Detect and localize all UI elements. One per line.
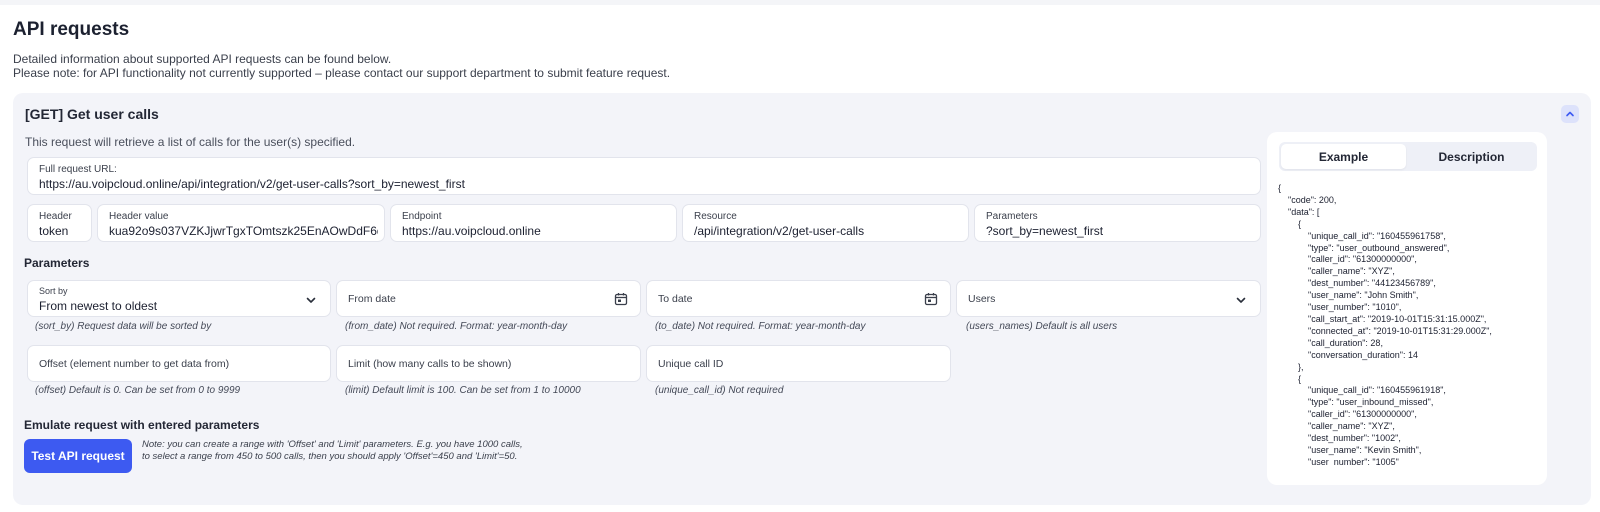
to-date-placeholder: To date (658, 293, 693, 305)
unique-call-id-input[interactable]: Unique call ID (646, 345, 951, 382)
resource-field[interactable]: Resource /api/integration/v2/get-user-ca… (682, 204, 969, 242)
page-intro: Detailed information about supported API… (13, 52, 671, 80)
header-label: Header (39, 211, 72, 222)
offset-hint: (offset) Default is 0. Can be set from 0… (35, 385, 241, 396)
resource-value[interactable]: /api/integration/v2/get-user-calls (694, 224, 962, 238)
resource-label: Resource (694, 211, 737, 222)
tab-example[interactable]: Example (1281, 144, 1406, 169)
range-note: Note: you can create a range with 'Offse… (142, 439, 523, 462)
request-description: This request will retrieve a list of cal… (25, 135, 356, 149)
full-request-url-label: Full request URL: (39, 164, 117, 175)
header-value-label: Header value (109, 211, 169, 222)
endpoint-field[interactable]: Endpoint https://au.voipcloud.online (390, 204, 677, 242)
collapse-button[interactable] (1561, 105, 1579, 123)
parameters-field[interactable]: Parameters ?sort_by=newest_first (974, 204, 1261, 242)
users-placeholder: Users (968, 293, 996, 305)
example-json-code: { "code": 200, "data": [ { "unique_call_… (1278, 183, 1492, 466)
tab-description[interactable]: Description (1409, 144, 1534, 169)
header-value-token[interactable]: kua92o9s037VZKJjwrTgxTOmtszk25EnAOwDdF6d… (109, 224, 378, 238)
calendar-icon[interactable] (614, 292, 628, 306)
full-request-url-value[interactable]: https://au.voipcloud.online/api/integrat… (39, 177, 1254, 191)
sort-by-label: Sort by (39, 286, 68, 296)
header-value-field[interactable]: Header value kua92o9s037VZKJjwrTgxTOmtsz… (97, 204, 385, 242)
intro-line-2: Please note: for API functionality not c… (13, 65, 671, 80)
users-select[interactable]: Users (956, 280, 1261, 317)
limit-hint: (limit) Default limit is 100. Can be set… (345, 385, 581, 396)
limit-placeholder: Limit (how many calls to be shown) (348, 358, 512, 370)
emulate-heading: Emulate request with entered parameters (24, 418, 260, 432)
to-date-hint: (to_date) Not required. Format: year-mon… (655, 321, 866, 332)
chevron-down-icon (1236, 297, 1246, 303)
chevron-down-icon (306, 297, 316, 303)
intro-line-1: Detailed information about supported API… (13, 52, 392, 66)
test-api-request-button[interactable]: Test API request (24, 439, 132, 473)
offset-placeholder: Offset (element number to get data from) (39, 358, 230, 370)
sort-by-value: From newest to oldest (39, 299, 158, 313)
example-panel: Example Description { "code": 200, "data… (1267, 132, 1547, 485)
request-panel-get-user-calls: [GET] Get user calls This request will r… (13, 93, 1591, 505)
parameters-heading: Parameters (24, 256, 90, 270)
endpoint-value[interactable]: https://au.voipcloud.online (402, 224, 670, 238)
limit-input[interactable]: Limit (how many calls to be shown) (336, 345, 641, 382)
page-title: API requests (13, 19, 130, 40)
sort-by-hint: (sort_by) Request data will be sorted by (35, 321, 212, 332)
users-hint: (users_names) Default is all users (966, 321, 1118, 332)
header-field[interactable]: Header token (27, 204, 92, 242)
parameters-value[interactable]: ?sort_by=newest_first (986, 224, 1254, 238)
unique-call-id-hint: (unique_call_id) Not required (655, 385, 784, 396)
calendar-icon[interactable] (924, 292, 938, 306)
full-request-url-field[interactable]: Full request URL: https://au.voipcloud.o… (27, 157, 1261, 195)
offset-input[interactable]: Offset (element number to get data from) (27, 345, 331, 382)
request-title[interactable]: [GET] Get user calls (25, 106, 159, 122)
from-date-hint: (from_date) Not required. Format: year-m… (345, 321, 568, 332)
unique-call-id-placeholder: Unique call ID (658, 358, 724, 370)
header-value-text[interactable]: token (39, 224, 85, 238)
sort-by-select[interactable]: Sort by From newest to oldest (27, 280, 331, 317)
to-date-input[interactable]: To date (646, 280, 951, 317)
api-requests-page: API requests Detailed information about … (0, 5, 1600, 512)
example-tabs: Example Description (1279, 142, 1537, 171)
chevron-up-icon (1566, 111, 1574, 117)
from-date-input[interactable]: From date (336, 280, 641, 317)
parameters-label: Parameters (986, 211, 1038, 222)
endpoint-label: Endpoint (402, 211, 442, 222)
from-date-placeholder: From date (348, 293, 396, 305)
